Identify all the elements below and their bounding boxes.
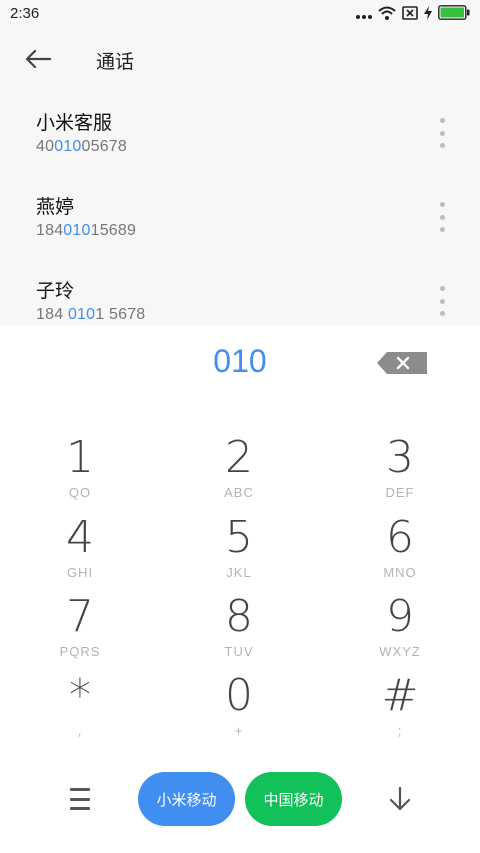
call-sim2-button[interactable]: 中国移动 bbox=[245, 772, 342, 826]
status-bar: 2:36 bbox=[0, 0, 480, 30]
number-match: 010 bbox=[67, 306, 96, 323]
key-4[interactable]: 4 GHI bbox=[20, 513, 140, 589]
contact-name: 子玲 bbox=[36, 280, 75, 302]
status-time: 2:36 bbox=[10, 5, 40, 22]
key-letters: + bbox=[234, 723, 244, 738]
charging-icon bbox=[424, 5, 432, 24]
menu-icon[interactable] bbox=[62, 784, 98, 814]
key-5[interactable]: 5 JKL bbox=[179, 513, 299, 589]
key-digit: 8 bbox=[225, 591, 253, 642]
dots-icon bbox=[356, 5, 372, 24]
contact-item[interactable]: 小米客服 4001005678 bbox=[0, 90, 480, 174]
key-digit: * bbox=[69, 670, 91, 721]
key-7[interactable]: 7 PQRS bbox=[20, 592, 140, 668]
number-match: 010 bbox=[63, 222, 91, 239]
key-letters: ABC bbox=[224, 485, 254, 500]
key-2[interactable]: 2 ABC bbox=[179, 433, 299, 509]
key-hash[interactable]: # ; bbox=[340, 671, 460, 747]
contact-number: 4001005678 bbox=[36, 138, 127, 155]
more-options-icon[interactable] bbox=[430, 118, 454, 148]
more-options-icon[interactable] bbox=[430, 286, 454, 316]
contact-name: 燕婷 bbox=[36, 196, 75, 218]
key-digit: 9 bbox=[386, 591, 414, 642]
number-match: 010 bbox=[54, 138, 82, 155]
collapse-dialpad-button[interactable] bbox=[384, 782, 416, 816]
key-letters: JKL bbox=[226, 565, 252, 580]
key-letters: WXYZ bbox=[379, 644, 421, 659]
title-bar: 通话 bbox=[0, 30, 480, 90]
backspace-button[interactable] bbox=[375, 350, 429, 376]
call-sim1-button[interactable]: 小米移动 bbox=[138, 772, 235, 826]
key-6[interactable]: 6 MNO bbox=[340, 513, 460, 589]
key-digit: 0 bbox=[225, 670, 253, 721]
contact-name: 小米客服 bbox=[36, 112, 113, 134]
wifi-icon bbox=[378, 5, 396, 24]
key-letters: ; bbox=[397, 723, 403, 738]
dialpad: 010 1 QO 2 ABC 3 DEF 4 GHI 5 JKL 6 MNO 7… bbox=[0, 325, 480, 853]
key-digit: 6 bbox=[386, 512, 414, 563]
status-icons bbox=[356, 4, 470, 24]
key-3[interactable]: 3 DEF bbox=[340, 433, 460, 509]
page-title: 通话 bbox=[96, 51, 135, 73]
contact-item[interactable]: 燕婷 18401015689 bbox=[0, 174, 480, 258]
key-1[interactable]: 1 QO bbox=[20, 433, 140, 509]
key-digit: 7 bbox=[66, 591, 94, 642]
key-letters: DEF bbox=[385, 485, 415, 500]
key-letters: TUV bbox=[224, 644, 254, 659]
contact-item[interactable]: 子玲 184 0101 5678 bbox=[0, 258, 480, 325]
key-letters: PQRS bbox=[59, 644, 101, 659]
key-letters: MNO bbox=[383, 565, 417, 580]
key-8[interactable]: 8 TUV bbox=[179, 592, 299, 668]
contact-number: 184 0101 5678 bbox=[36, 306, 146, 323]
key-letters: GHI bbox=[66, 565, 94, 580]
backspace-icon bbox=[377, 352, 427, 374]
chevron-down-icon bbox=[389, 786, 411, 811]
key-star[interactable]: * , bbox=[20, 671, 140, 747]
key-0[interactable]: 0 + bbox=[179, 671, 299, 747]
sim-disabled-icon bbox=[402, 5, 418, 24]
key-9[interactable]: 9 WXYZ bbox=[340, 592, 460, 668]
contact-number: 18401015689 bbox=[36, 222, 137, 239]
battery-icon bbox=[438, 4, 470, 24]
more-options-icon[interactable] bbox=[430, 202, 454, 232]
voicemail-icon: QO bbox=[68, 485, 92, 500]
back-arrow-icon bbox=[25, 50, 51, 68]
contact-list: 小米客服 4001005678 燕婷 18401015689 子玲 184 01… bbox=[0, 90, 480, 325]
key-digit: 2 bbox=[225, 432, 253, 483]
key-letters: , bbox=[77, 723, 83, 738]
key-digit: 3 bbox=[386, 432, 414, 483]
key-digit: 5 bbox=[225, 512, 253, 563]
key-digit: # bbox=[381, 670, 419, 721]
key-digit: 1 bbox=[66, 432, 94, 483]
key-digit: 4 bbox=[66, 512, 94, 563]
bottom-action-bar: 小米移动 中国移动 bbox=[0, 770, 480, 830]
back-button[interactable] bbox=[20, 44, 56, 74]
